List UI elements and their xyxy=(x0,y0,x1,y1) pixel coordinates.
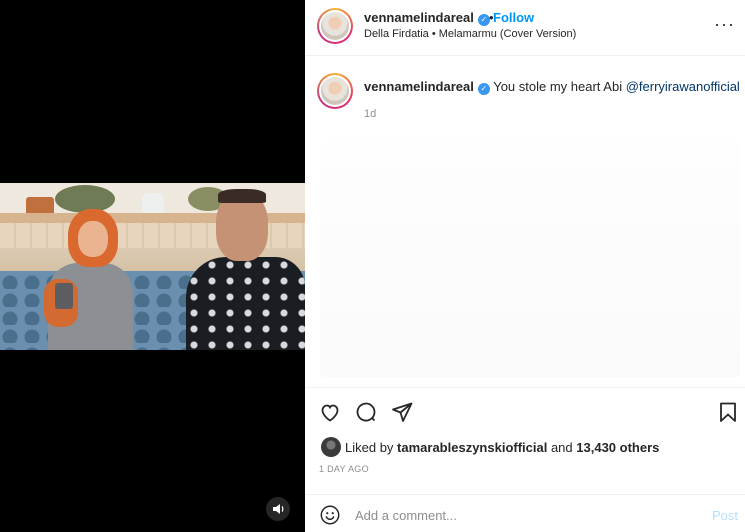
liker-avatar[interactable] xyxy=(321,437,341,457)
caption-text: You stole my heart Abi xyxy=(493,79,626,94)
caption-area: vennamelindareal ✓ You stole my heart Abi… xyxy=(305,57,745,387)
header-username[interactable]: vennamelindareal ✓ xyxy=(364,10,490,26)
share-icon[interactable] xyxy=(390,400,414,424)
liked-by: Liked by tamarableszynskiofficial and 13… xyxy=(319,437,739,459)
comment-icon[interactable] xyxy=(354,400,378,424)
caption-timestamp[interactable]: 1d xyxy=(364,108,376,120)
emoji-icon[interactable] xyxy=(319,504,341,526)
caption-verified-icon: ✓ xyxy=(477,83,490,95)
comment-input[interactable] xyxy=(355,503,695,527)
liker-username-link[interactable]: tamarableszynskiofficial xyxy=(397,440,547,455)
post-date[interactable]: 1 DAY AGO xyxy=(319,464,369,474)
media-pane[interactable] xyxy=(0,0,305,532)
avatar-inner xyxy=(319,10,351,42)
avatar[interactable] xyxy=(317,8,353,44)
caption-line: vennamelindareal ✓ You stole my heart Abi… xyxy=(364,79,740,95)
caption-avatar[interactable] xyxy=(317,73,353,109)
caption-avatar-inner xyxy=(319,75,351,107)
speaker-icon-glyph xyxy=(273,504,284,514)
caption-mention-link[interactable]: @ferryirawanofficial xyxy=(626,79,740,94)
comments-area xyxy=(320,142,740,377)
video-person-face xyxy=(78,221,108,257)
header-username-text[interactable]: vennamelindareal xyxy=(364,10,474,25)
liked-by-prefix: Liked by xyxy=(345,440,398,455)
post-header: vennamelindareal ✓ • Follow Della Firdati… xyxy=(305,0,745,56)
heart-icon[interactable] xyxy=(318,400,342,424)
video-person-man xyxy=(186,257,305,350)
caption-username[interactable]: vennamelindareal xyxy=(364,79,474,94)
post-details-pane: vennamelindareal ✓ • Follow Della Firdati… xyxy=(305,0,745,532)
video-frame[interactable] xyxy=(0,183,305,350)
likes-count-link[interactable]: 13,430 others xyxy=(576,440,659,455)
video-phone xyxy=(55,283,73,309)
liked-by-text: Liked by tamarableszynskiofficial and 13… xyxy=(345,440,659,455)
follow-button[interactable]: Follow xyxy=(493,10,534,25)
caption-avatar-image xyxy=(321,77,349,105)
bookmark-icon[interactable] xyxy=(716,400,740,424)
speaker-icon[interactable] xyxy=(266,497,290,521)
more-horizontal-icon[interactable]: ··· xyxy=(714,14,735,35)
action-bar xyxy=(305,387,745,433)
audio-info[interactable]: Della Firdatia • Melamarmu (Cover Versio… xyxy=(364,28,576,40)
comment-bar: Post xyxy=(305,494,745,532)
liked-by-middle: and xyxy=(547,440,577,455)
video-person-hair xyxy=(218,189,266,203)
post-button[interactable]: Post xyxy=(712,508,738,523)
avatar-image xyxy=(321,12,349,40)
